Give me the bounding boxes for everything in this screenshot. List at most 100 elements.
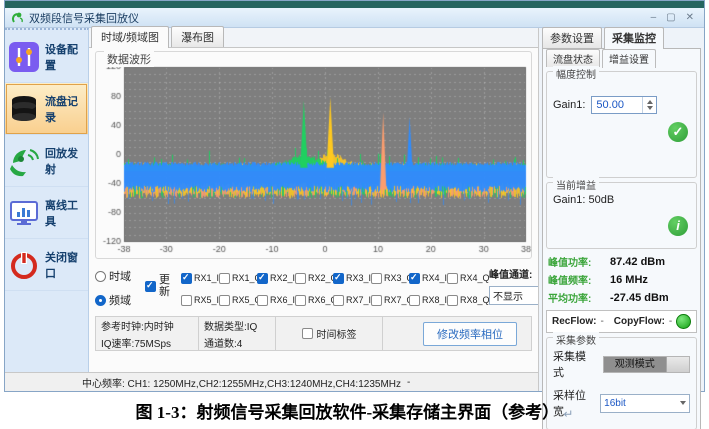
- time-tag-checkbox[interactable]: [302, 328, 313, 339]
- document-page: 双频段信号采集回放仪 – ▢ ✕ 设备配置: [0, 0, 709, 429]
- channel-checkbox[interactable]: [295, 295, 306, 306]
- tab-waterfall[interactable]: 瀑布图: [171, 26, 224, 47]
- flow-status-led: [676, 314, 691, 329]
- channel-checkbox[interactable]: [333, 273, 344, 284]
- peak-freq-label: 峰值频率:: [548, 272, 610, 287]
- power-stats: 峰值功率: 87.42 dBm 峰值频率: 16 MHz 平均功率: -27.4…: [546, 254, 697, 305]
- sidebar: 设备配置 流盘记录: [5, 28, 89, 372]
- radio-freq-label: 频域: [109, 292, 131, 308]
- radio-circle[interactable]: [95, 295, 106, 306]
- amplitude-group-title: 幅度控制: [553, 66, 599, 81]
- gain-apply-check-icon: ✓: [668, 122, 688, 142]
- channel-checkbox-item[interactable]: RX6_I: [257, 295, 295, 306]
- tab-time-freq-domain[interactable]: 时域/频域图: [91, 26, 169, 48]
- radio-circle[interactable]: [95, 271, 106, 282]
- spectrum-chart[interactable]: [97, 63, 534, 257]
- channel-checkbox-item[interactable]: RX3_Q: [371, 273, 409, 284]
- gain1-label: Gain1:: [553, 99, 585, 111]
- sidebar-item-close-window[interactable]: 关闭窗口: [5, 239, 88, 291]
- update-checkbox-group[interactable]: 更新: [145, 264, 177, 298]
- current-gain-value: Gain1: 50dB: [553, 194, 690, 206]
- tab-param-settings[interactable]: 参数设置: [542, 27, 602, 48]
- sidebar-item-stream-record[interactable]: 流盘记录: [5, 83, 88, 135]
- current-gain-title: 当前增益: [553, 177, 599, 192]
- sidebar-item-offline-tools[interactable]: 离线工具: [5, 187, 88, 239]
- status-suffix: -: [407, 377, 410, 388]
- acq-mode-toggle[interactable]: 观测模式: [603, 356, 690, 373]
- channel-label: RX6_I: [270, 295, 295, 305]
- channel-checkbox[interactable]: [219, 295, 230, 306]
- recflow-label: RecFlow:: [552, 316, 596, 327]
- channel-checkbox[interactable]: [181, 295, 192, 306]
- channel-checkbox[interactable]: [371, 295, 382, 306]
- channel-checkbox[interactable]: [409, 273, 420, 284]
- waveform-group-title: 数据波形: [104, 51, 154, 67]
- channel-checkbox-item[interactable]: RX6_Q: [295, 295, 333, 306]
- app-window: 双频段信号采集回放仪 – ▢ ✕ 设备配置: [4, 0, 705, 392]
- status-bar: 中心频率: CH1: 1250MHz,CH2:1255MHz,CH3:1240M…: [5, 372, 538, 391]
- channel-checkbox[interactable]: [447, 295, 458, 306]
- window-title: 双频段信号采集回放仪: [29, 10, 651, 26]
- channel-checkbox[interactable]: [181, 273, 192, 284]
- channel-checkbox-item[interactable]: RX4_Q: [447, 273, 485, 284]
- channel-checkbox[interactable]: [409, 295, 420, 306]
- update-label: 更新: [159, 274, 171, 298]
- channel-checkbox-item[interactable]: RX8_I: [409, 295, 447, 306]
- subtab-stream-status[interactable]: 流盘状态: [546, 49, 600, 67]
- sidebar-item-label: 离线工具: [45, 197, 85, 229]
- channel-checkbox-item[interactable]: RX8_Q: [447, 295, 485, 306]
- channel-checkbox[interactable]: [257, 273, 268, 284]
- sidebar-item-playback-transmit[interactable]: 回放发射: [5, 135, 88, 187]
- tab-acquisition-monitor[interactable]: 采集监控: [604, 27, 664, 49]
- right-tab-strip: 参数设置 采集监控: [542, 30, 701, 48]
- copyflow-label: CopyFlow:: [614, 316, 665, 327]
- channel-checkbox-item[interactable]: RX7_Q: [371, 295, 409, 306]
- info-bar: 参考时钟:内时钟 IQ速率:75MSps 数据类型:IQ 通道数:4 时间标签 …: [95, 316, 532, 351]
- avg-power-label: 平均功率:: [548, 290, 610, 305]
- channel-checkbox[interactable]: [333, 295, 344, 306]
- channel-label: RX4_I: [422, 273, 447, 283]
- iq-rate-text: IQ速率:75MSps: [101, 335, 193, 350]
- channel-checkbox-item[interactable]: RX1_I: [181, 273, 219, 284]
- channel-checkbox[interactable]: [219, 273, 230, 284]
- acq-mode-label: 采集模式: [553, 348, 595, 380]
- maximize-button[interactable]: ▢: [666, 13, 675, 23]
- gain1-value: 50.00: [592, 97, 642, 113]
- spinner-down-icon[interactable]: [647, 106, 653, 110]
- display-controls-row: 时域 频域 更新 RX1_I RX1_Q RX2_I RX2_Q RX: [89, 261, 538, 314]
- radio-freq-domain[interactable]: 频域: [95, 292, 141, 308]
- channel-checkbox-item[interactable]: RX5_Q: [219, 295, 257, 306]
- channel-checkbox-item[interactable]: RX7_I: [333, 295, 371, 306]
- radio-time-domain[interactable]: 时域: [95, 268, 141, 284]
- avg-power-value: -27.45 dBm: [610, 292, 695, 304]
- acq-group-title: 采集参数: [553, 332, 599, 347]
- title-bar: 双频段信号采集回放仪 – ▢ ✕: [5, 8, 704, 28]
- close-button[interactable]: ✕: [686, 13, 694, 23]
- toggle-knob: [666, 357, 689, 372]
- acq-mode-value: 观测模式: [604, 357, 666, 372]
- modify-freq-phase-button[interactable]: 修改频率相位: [423, 322, 517, 346]
- peak-channel-value: 不显示: [493, 288, 523, 303]
- channel-checkbox-item[interactable]: RX5_I: [181, 295, 219, 306]
- gain1-spinner[interactable]: 50.00: [591, 96, 657, 114]
- minimize-button[interactable]: –: [651, 13, 657, 23]
- channel-checkbox-item[interactable]: RX2_I: [257, 273, 295, 284]
- channel-checkbox[interactable]: [447, 273, 458, 284]
- channel-checkbox-item[interactable]: RX4_I: [409, 273, 447, 284]
- channel-checkbox[interactable]: [257, 295, 268, 306]
- channel-checkbox-item[interactable]: RX3_I: [333, 273, 371, 284]
- subtab-gain-settings[interactable]: 增益设置: [602, 49, 656, 68]
- update-checkbox[interactable]: [145, 281, 156, 292]
- channel-checkbox[interactable]: [371, 273, 382, 284]
- channel-checkbox-item[interactable]: RX2_Q: [295, 273, 333, 284]
- channel-label: RX2_I: [270, 273, 295, 283]
- spinner-up-icon[interactable]: [647, 100, 653, 104]
- sidebar-item-device-config[interactable]: 设备配置: [5, 31, 88, 83]
- peak-power-value: 87.42 dBm: [610, 256, 695, 268]
- channel-label: RX5_I: [194, 295, 219, 305]
- caption-text: 图 1-3：射频信号采集回放软件-采集存储主界面（参考）: [136, 403, 560, 422]
- window-top-strip: [5, 1, 704, 8]
- channel-checkbox[interactable]: [295, 273, 306, 284]
- channel-checkbox-item[interactable]: RX1_Q: [219, 273, 257, 284]
- flow-status-box: RecFlow: - CopyFlow: -: [546, 310, 697, 333]
